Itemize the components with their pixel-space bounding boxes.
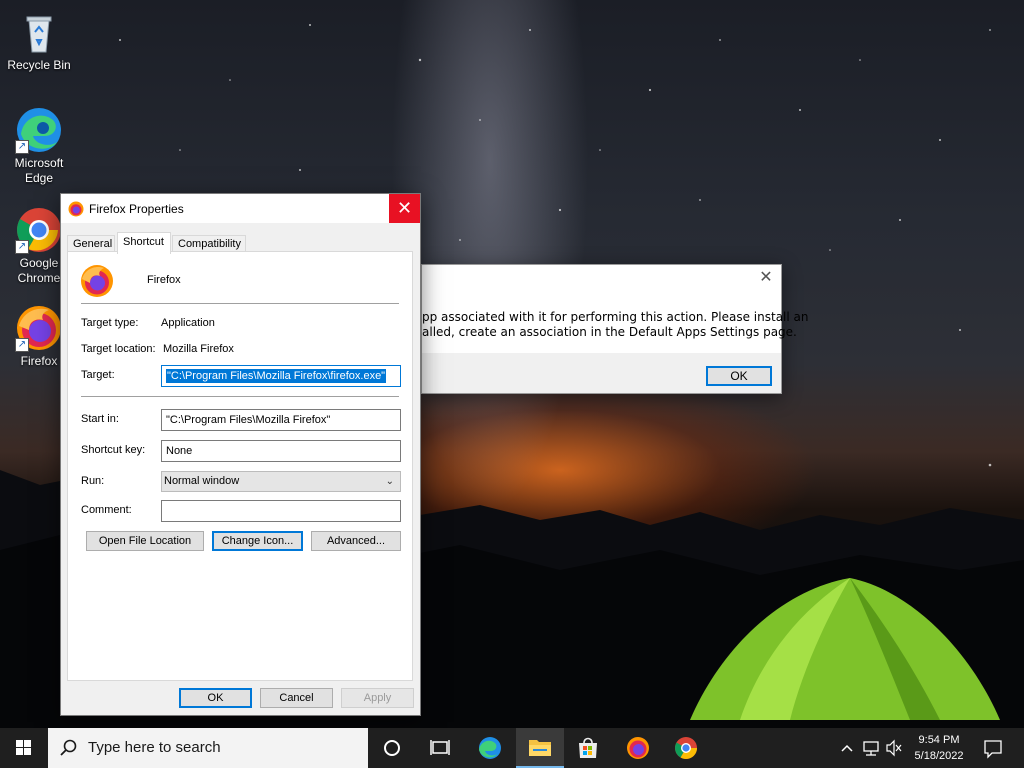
search-placeholder: Type here to search [88, 739, 221, 756]
firefox-icon [81, 265, 113, 297]
clock-date: 5/18/2022 [914, 750, 964, 762]
start-in-label: Start in: [81, 413, 119, 425]
shortcut-panel: Firefox Target type: Application Target … [67, 251, 413, 681]
cortana-button[interactable] [368, 728, 416, 768]
chevron-down-icon: ⌄ [385, 476, 394, 487]
target-type-value: Application [161, 317, 215, 329]
message-dialog-body: ✕ pp associated with it for performing t… [422, 265, 809, 353]
dialog-title: Firefox Properties [89, 202, 184, 216]
volume-button[interactable] [884, 728, 904, 768]
tab-shortcut[interactable]: Shortcut [117, 232, 171, 254]
taskbar-store[interactable] [564, 728, 612, 768]
advanced-button[interactable]: Advanced... [311, 531, 401, 551]
taskbar-edge[interactable] [466, 728, 514, 768]
taskbar-firefox[interactable] [614, 728, 662, 768]
green-tent [690, 578, 1000, 720]
target-field[interactable]: "C:\Program Files\Mozilla Firefox\firefo… [161, 365, 401, 387]
close-icon[interactable]: ✕ [759, 270, 773, 286]
chevron-up-icon [841, 744, 853, 752]
chrome-icon [675, 737, 697, 759]
recycle-bin-icon [15, 8, 63, 56]
open-file-location-button[interactable]: Open File Location [86, 531, 204, 551]
taskbar-chrome[interactable] [662, 728, 710, 768]
properties-dialog: Firefox Properties ✕ General Shortcut Co… [60, 193, 421, 716]
divider [81, 303, 399, 304]
shortcut-key-label: Shortcut key: [81, 444, 146, 456]
close-button[interactable]: ✕ [389, 194, 420, 223]
edge-icon: ↗ [15, 106, 63, 154]
start-button[interactable] [0, 728, 48, 768]
comment-field[interactable] [161, 500, 401, 522]
cancel-button[interactable]: Cancel [260, 688, 333, 708]
comment-label: Comment: [81, 504, 132, 516]
system-clock[interactable]: 9:54 PM 5/18/2022 [906, 732, 972, 764]
taskbar-file-explorer[interactable] [516, 728, 564, 768]
file-explorer-icon [529, 740, 551, 756]
apply-button[interactable]: Apply [341, 688, 414, 708]
run-select-value: Normal window [164, 475, 240, 487]
shortcut-key-field[interactable]: None [161, 440, 401, 462]
search-icon [60, 739, 77, 756]
task-view-button[interactable] [416, 728, 464, 768]
firefox-icon [627, 737, 649, 759]
desktop-icon-label: Recycle Bin [7, 58, 71, 72]
message-dialog: ✕ pp associated with it for performing t… [421, 264, 809, 394]
desktop-icon-edge[interactable]: ↗ Microsoft Edge [1, 106, 77, 186]
message-text: pp associated with it for performing thi… [422, 310, 809, 339]
volume-muted-icon [886, 739, 902, 757]
target-location-label: Target location: [81, 343, 156, 355]
shortcut-arrow-icon: ↗ [15, 240, 29, 254]
firefox-icon [68, 201, 84, 217]
shortcut-arrow-icon: ↗ [15, 338, 29, 352]
action-center-button[interactable] [978, 728, 1008, 768]
windows-logo-icon [16, 740, 31, 755]
app-name: Firefox [147, 274, 181, 286]
notification-icon [984, 740, 1002, 759]
task-view-icon [430, 740, 450, 755]
clock-time: 9:54 PM [918, 734, 960, 746]
store-icon [579, 737, 597, 758]
network-icon [863, 741, 879, 756]
shortcut-arrow-icon: ↗ [15, 140, 29, 154]
desktop-icon-label: Microsoft Edge [14, 156, 64, 185]
desktop-icon-recycle-bin[interactable]: Recycle Bin [1, 8, 77, 73]
target-type-label: Target type: [81, 317, 139, 329]
edge-icon [479, 737, 501, 759]
target-location-value: Mozilla Firefox [163, 343, 234, 355]
cortana-icon [384, 740, 400, 756]
firefox-icon: ↗ [15, 304, 63, 352]
taskbar-search-box[interactable]: Type here to search [48, 728, 368, 768]
message-ok-button[interactable]: OK [706, 366, 772, 386]
dialog-titlebar[interactable]: Firefox Properties ✕ [61, 194, 420, 223]
target-field-value: "C:\Program Files\Mozilla Firefox\firefo… [166, 369, 387, 383]
show-hidden-icons-button[interactable] [838, 728, 856, 768]
target-label: Target: [81, 369, 115, 381]
network-button[interactable] [860, 728, 882, 768]
start-in-field[interactable]: "C:\Program Files\Mozilla Firefox" [161, 409, 401, 431]
ok-button[interactable]: OK [179, 688, 252, 708]
run-select[interactable]: Normal window ⌄ [161, 471, 401, 492]
chrome-icon: ↗ [15, 206, 63, 254]
change-icon-button[interactable]: Change Icon... [212, 531, 303, 551]
taskbar: Type here to search 9:54 PM 5/18/2022 [0, 728, 1024, 768]
divider [81, 396, 399, 397]
run-label: Run: [81, 475, 105, 487]
